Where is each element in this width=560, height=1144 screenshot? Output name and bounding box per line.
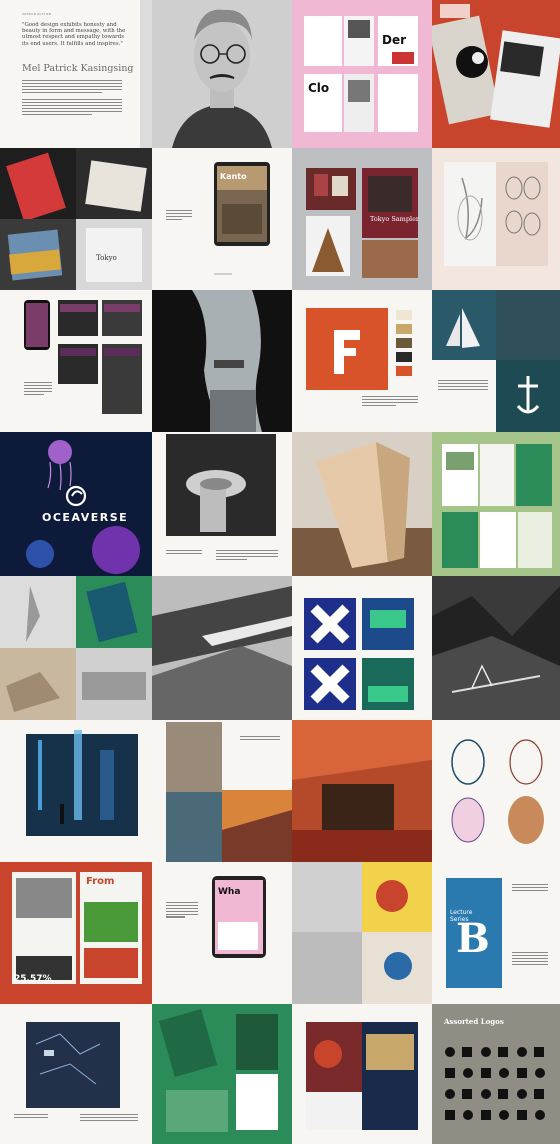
page-assorted-logos[interactable]: Assorted Logos <box>432 1004 560 1144</box>
cave-photo-image <box>152 290 292 432</box>
portrait-sketches-image <box>451 739 544 844</box>
page-green-identity[interactable] <box>152 1004 292 1144</box>
page-book-cover-dark[interactable] <box>292 1004 432 1144</box>
svg-text:Clo: Clo <box>308 81 329 95</box>
page-night-city[interactable] <box>0 720 152 862</box>
page-oceaverse[interactable]: OCEAVERSE <box>0 432 152 576</box>
page-brand-identity[interactable] <box>292 290 432 432</box>
page-kanto-app[interactable]: Kanto <box>152 148 292 290</box>
tablet-mockup <box>214 162 270 275</box>
page-cave-photo[interactable] <box>152 290 292 432</box>
mountain-bridge-image <box>432 576 560 720</box>
page-concrete-tower[interactable] <box>152 432 292 576</box>
magazines-collage-image <box>292 862 432 1004</box>
intro-quote: "Good design exhibits honesty and beauty… <box>22 22 126 47</box>
page-from-poster[interactable]: From 25.57% <box>0 862 152 1004</box>
cliffs-caption <box>240 736 280 742</box>
lecture-body <box>512 952 548 966</box>
page-lecture-series[interactable]: B Lecture Series <box>432 862 560 1004</box>
page-magazine-spreads[interactable]: Der Clo <box>292 0 432 148</box>
tower-caption <box>166 550 202 556</box>
big-number: 25.57% <box>14 974 52 984</box>
bw-architecture-image <box>152 576 292 720</box>
page-mobile-app[interactable] <box>0 290 152 432</box>
ocean-caption <box>438 380 488 392</box>
intro-body-text <box>22 80 122 116</box>
oceaverse-wordmark: OCEAVERSE <box>42 511 129 524</box>
portfolio-contact-sheet: INTRODUCTION "Good design exhibits hones… <box>0 0 560 1144</box>
oceaverse-image <box>0 432 152 576</box>
sketches-image <box>444 162 548 266</box>
page-red-magazine[interactable] <box>432 0 560 148</box>
mobile-caption <box>24 382 52 396</box>
page-bw-architecture[interactable] <box>152 576 292 720</box>
red-magazine-image <box>432 0 560 148</box>
red-interior-image <box>292 720 432 862</box>
kanto-app-title: Kanto <box>220 172 247 181</box>
page-tablet-pink[interactable]: Wha <box>152 862 292 1004</box>
page-portrait-sketches[interactable] <box>432 720 560 862</box>
svg-text:Tokyo: Tokyo <box>96 254 117 262</box>
page-architecture-green[interactable] <box>0 576 152 720</box>
page-intro[interactable]: INTRODUCTION "Good design exhibits hones… <box>0 0 140 148</box>
page-green-brochure[interactable] <box>432 432 560 576</box>
green-identity-image <box>152 1004 292 1144</box>
book-cover-dark-image <box>306 1022 418 1130</box>
page-wood-sculpture[interactable] <box>292 432 432 576</box>
navy-body <box>80 1114 138 1123</box>
page-poster-series[interactable] <box>292 576 432 720</box>
page-magazines-collage[interactable] <box>292 862 432 1004</box>
green-brochure-image <box>432 432 560 576</box>
book-covers-image: Tokyo <box>0 148 152 290</box>
from-headline: From <box>86 876 115 887</box>
page-ocean-sail[interactable] <box>432 290 560 432</box>
svg-text:Wha: Wha <box>218 887 240 897</box>
logo-grid <box>445 1047 545 1120</box>
page-mountain-bridge[interactable] <box>432 576 560 720</box>
lecture-title: Lecture Series <box>450 909 473 923</box>
navy-diagram-image <box>26 1022 120 1108</box>
mobile-app-image <box>24 300 142 414</box>
ocean-sail-image <box>432 290 560 432</box>
page-book-covers[interactable]: Tokyo <box>0 148 152 290</box>
magazine-spreads-image: Der Clo <box>292 0 432 148</box>
page-portrait[interactable] <box>152 0 292 148</box>
brand-identity-image <box>306 308 412 390</box>
svg-text:Der: Der <box>382 33 406 47</box>
tokyo-sampler-title: Tokyo Sampler <box>370 215 420 223</box>
architecture-green-image <box>0 576 152 720</box>
brand-caption <box>362 396 418 408</box>
page-sketches[interactable] <box>432 148 560 290</box>
page-tokyo-sampler[interactable]: Tokyo Sampler <box>292 148 432 290</box>
intro-author: Mel Patrick Kasingsing <box>22 63 134 74</box>
tower-body <box>216 550 278 562</box>
lecture-caption <box>512 884 548 893</box>
page-navy-diagram[interactable] <box>0 1004 152 1144</box>
portrait-image <box>152 0 292 148</box>
intro-eyebrow: INTRODUCTION <box>22 12 52 16</box>
poster-series-image <box>304 598 414 710</box>
pink-tablet-mockup: Wha <box>212 876 266 958</box>
page-red-interior[interactable] <box>292 720 432 862</box>
page-coastal-cliffs[interactable] <box>152 720 292 862</box>
navy-caption <box>14 1114 48 1120</box>
night-city-image <box>26 730 138 836</box>
wood-sculpture-image <box>292 432 432 576</box>
